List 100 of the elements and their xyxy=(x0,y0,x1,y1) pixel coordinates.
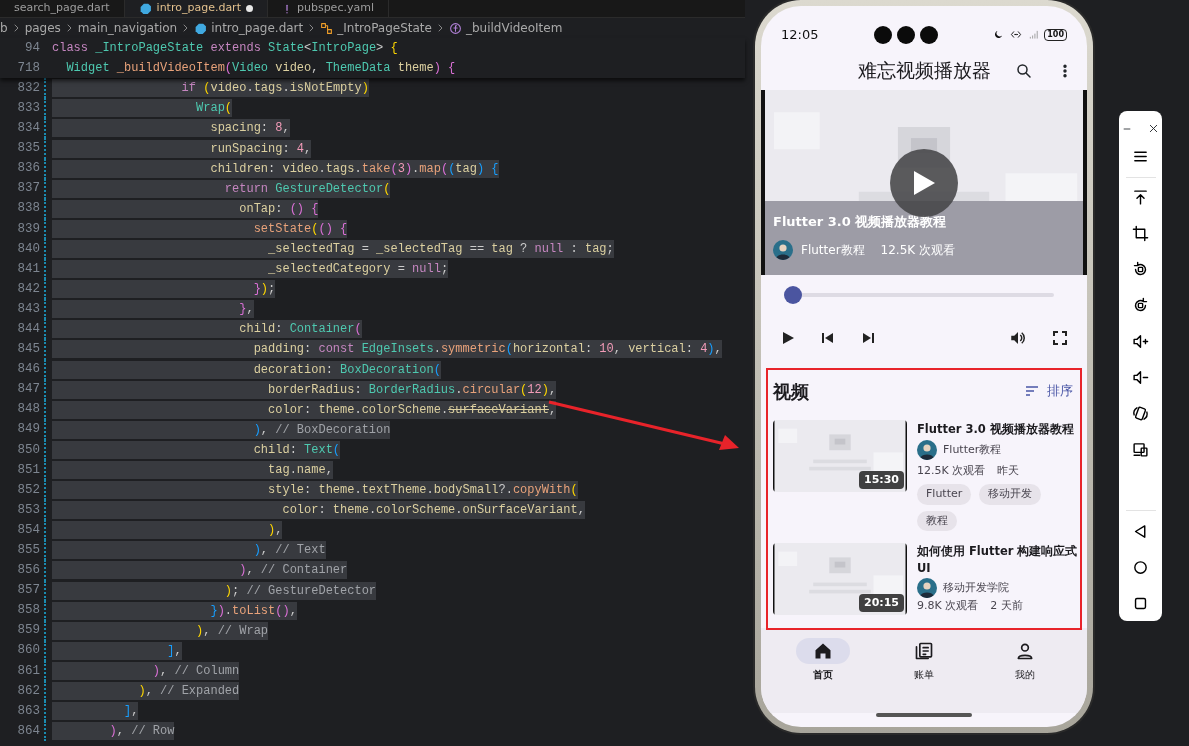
avatar xyxy=(773,240,793,260)
line-number: 863 xyxy=(16,702,40,720)
play-icon xyxy=(911,169,937,197)
line-number: 860 xyxy=(16,642,40,660)
breadcrumb-item[interactable]: intro_page.dart xyxy=(211,19,304,37)
line-number: 94 xyxy=(24,39,40,57)
camera-cutout xyxy=(919,25,938,44)
skip-next-icon[interactable] xyxy=(861,331,875,345)
line-number: 853 xyxy=(16,501,40,519)
line-number: 859 xyxy=(16,622,40,640)
line-number: 843 xyxy=(16,300,40,318)
battery-indicator: 100 xyxy=(1044,28,1067,41)
editor-tab[interactable]: search_page.dart xyxy=(0,0,125,17)
volume-up-icon[interactable] xyxy=(1132,332,1149,350)
home-icon[interactable] xyxy=(1132,558,1149,576)
line-number: 840 xyxy=(16,240,40,258)
avatar xyxy=(917,578,937,598)
person-icon xyxy=(1014,641,1035,661)
editor-tab[interactable]: pubspec.yaml xyxy=(267,0,389,17)
sort-button[interactable]: 排序 xyxy=(1019,381,1079,401)
view-count: 12.5K 次观看 xyxy=(917,462,986,479)
breadcrumb-item[interactable]: _buildVideoItem xyxy=(465,19,563,37)
line-number: 858 xyxy=(16,602,40,620)
devices-icon[interactable] xyxy=(1132,440,1149,458)
line-number: 845 xyxy=(16,341,40,359)
signal-icon xyxy=(1028,29,1041,40)
channel-name: Flutter教程 xyxy=(801,242,865,259)
line-number: 850 xyxy=(16,441,40,459)
line-number: 861 xyxy=(16,662,40,680)
home-icon xyxy=(813,641,834,661)
nav-item[interactable]: 首页 xyxy=(788,638,859,713)
rotate-left-icon[interactable] xyxy=(1132,260,1149,278)
document-icon xyxy=(914,641,934,661)
status-time: 12:05 xyxy=(781,25,819,44)
line-number: 844 xyxy=(16,321,40,338)
class-icon xyxy=(320,21,334,35)
line-number: 835 xyxy=(16,140,40,158)
arrow-to-top-icon[interactable] xyxy=(1132,189,1149,206)
breadcrumb-item[interactable]: b xyxy=(0,19,8,37)
line-number: 846 xyxy=(16,361,40,379)
line-number: 848 xyxy=(16,401,40,419)
camera-cutout xyxy=(896,25,915,44)
play-icon[interactable] xyxy=(781,331,795,345)
rotate-device-icon[interactable] xyxy=(1132,404,1149,422)
nav-item[interactable]: 账单 xyxy=(889,638,959,713)
method-icon xyxy=(448,21,462,35)
channel-name: 移动开发学院 xyxy=(943,579,1009,596)
breadcrumb-item[interactable]: _IntroPageState xyxy=(337,19,432,37)
line-number: 854 xyxy=(16,521,40,539)
crop-icon[interactable] xyxy=(1132,224,1149,242)
tag-chip[interactable]: 移动开发 xyxy=(979,484,1042,505)
line-number: 852 xyxy=(16,481,40,499)
line-number: 857 xyxy=(16,582,40,600)
view-count: 12.5K 次观看 xyxy=(880,242,955,259)
video-title: Flutter 3.0 视频播放器教程 xyxy=(773,213,947,231)
sort-icon xyxy=(1025,385,1039,397)
line-number: 841 xyxy=(16,260,40,278)
line-number: 847 xyxy=(16,381,40,399)
skip-previous-icon[interactable] xyxy=(821,331,835,345)
avatar xyxy=(917,440,937,460)
line-number: 855 xyxy=(16,542,40,559)
dart-file-icon xyxy=(194,21,208,35)
code-line: class _IntroPageState extends State<IntroPage> { xyxy=(52,40,398,58)
view-count: 9.8K 次观看 xyxy=(917,598,979,615)
dart-file-icon xyxy=(138,2,152,15)
tag-chip[interactable]: Flutter xyxy=(917,484,972,505)
nav-item[interactable]: 我的 xyxy=(989,638,1060,713)
line-number: 832 xyxy=(16,79,40,97)
editor-tab[interactable]: intro_page.dart xyxy=(124,0,268,17)
line-number: 838 xyxy=(16,200,40,218)
line-number: 833 xyxy=(16,99,40,117)
breadcrumb-item[interactable]: main_navigation xyxy=(77,19,178,37)
line-number: 837 xyxy=(16,180,40,198)
fullscreen-icon[interactable] xyxy=(1053,331,1067,345)
search-icon[interactable] xyxy=(1015,61,1033,80)
camera-cutout xyxy=(873,25,892,44)
breadcrumb-item[interactable]: pages xyxy=(24,19,61,37)
line-number: 836 xyxy=(16,160,40,178)
line-number: 864 xyxy=(16,722,40,740)
line-number: 849 xyxy=(16,421,40,439)
upload-time: 昨天 xyxy=(997,462,1020,479)
slider-thumb[interactable] xyxy=(784,286,802,304)
line-number: 851 xyxy=(16,461,40,479)
volume-down-icon[interactable] xyxy=(1132,368,1149,386)
code-line: Widget _buildVideoItem(Video video, ThemeData theme) { xyxy=(65,60,456,78)
video-title[interactable]: 如何使用 Flutter 构建响应式 UI xyxy=(917,543,1079,577)
channel-name: Flutter教程 xyxy=(943,441,1002,458)
line-number: 839 xyxy=(16,220,40,238)
modified-dot xyxy=(245,5,253,12)
line-number: 834 xyxy=(16,120,40,138)
close-icon[interactable] xyxy=(1148,123,1159,135)
app-title: 难忘视频播放器 xyxy=(857,58,991,84)
tag-chip[interactable]: 教程 xyxy=(917,510,957,531)
video-title[interactable]: Flutter 3.0 视频播放器教程 xyxy=(917,420,1079,438)
line-number: 856 xyxy=(16,562,40,580)
line-number: 862 xyxy=(16,682,40,700)
rotate-right-icon[interactable] xyxy=(1132,296,1149,314)
section-title: 视频 xyxy=(773,379,809,404)
line-number: 842 xyxy=(16,280,40,298)
line-number: 718 xyxy=(16,59,40,77)
